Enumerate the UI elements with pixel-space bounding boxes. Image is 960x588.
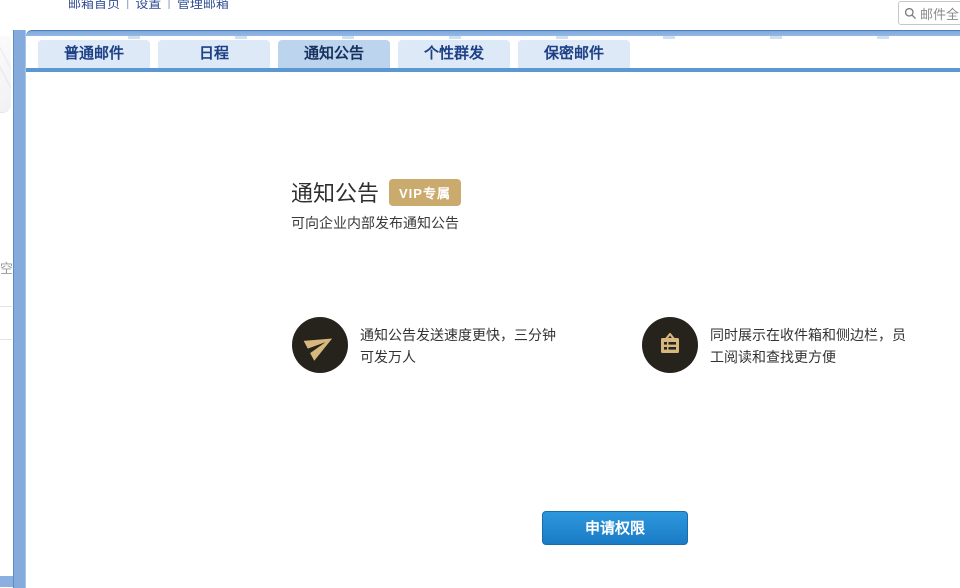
vip-badge: VIP专属 <box>389 179 461 206</box>
search-input[interactable]: 邮件全 <box>898 1 960 25</box>
paper-plane-icon <box>292 317 348 373</box>
tab-personalized-mass-send[interactable]: 个性群发 <box>398 40 510 68</box>
nav-link-manage-mailbox[interactable]: 管理邮箱 <box>177 0 229 9</box>
apply-permission-button[interactable]: 申请权限 <box>542 511 688 545</box>
tab-underline <box>26 68 960 72</box>
feature-text: 同时展示在收件箱和侧边栏，员工阅读和查找更方便 <box>710 317 918 373</box>
feature-inbox-sidebar: 同时展示在收件箱和侧边栏，员工阅读和查找更方便 <box>642 317 918 373</box>
feature-fast-send: 通知公告发送速度更快，三分钟可发万人 <box>292 317 568 373</box>
nav-separator: | <box>126 0 129 9</box>
background-page-edge: 空] <box>0 30 13 576</box>
page-title: 通知公告 <box>291 176 379 208</box>
page-subtitle: 可向企业内部发布通知公告 <box>291 213 459 233</box>
compose-tab-bar: 普通邮件日程通知公告个性群发保密邮件 <box>38 40 638 68</box>
feature-text: 通知公告发送速度更快，三分钟可发万人 <box>360 317 568 373</box>
panel-border <box>0 576 13 587</box>
search-icon <box>904 7 917 20</box>
compose-panel: 普通邮件日程通知公告个性群发保密邮件 通知公告 VIP专属 可向企业内部发布通知… <box>26 30 960 588</box>
tab-announcement[interactable]: 通知公告 <box>278 40 390 68</box>
background-dashes <box>128 36 898 39</box>
divider <box>0 306 12 307</box>
top-nav: 邮箱首页 | 设置 | 管理邮箱 <box>68 0 229 9</box>
title-row: 通知公告 VIP专属 <box>291 176 461 208</box>
search-placeholder: 邮件全 <box>920 4 959 23</box>
tab-confidential-mail[interactable]: 保密邮件 <box>518 40 630 68</box>
notice-board-icon <box>642 317 698 373</box>
nav-link-settings[interactable]: 设置 <box>135 0 161 9</box>
top-header: 邮箱首页 | 设置 | 管理邮箱 邮件全 <box>0 0 960 28</box>
panel-left-border <box>13 30 26 588</box>
nav-separator: | <box>167 0 170 9</box>
divider <box>0 339 12 340</box>
tab-normal-mail[interactable]: 普通邮件 <box>38 40 150 68</box>
background-ad-fragment <box>0 36 11 113</box>
nav-link-mail-home[interactable]: 邮箱首页 <box>68 0 120 9</box>
tab-schedule[interactable]: 日程 <box>158 40 270 68</box>
brand-logo <box>2 0 60 9</box>
